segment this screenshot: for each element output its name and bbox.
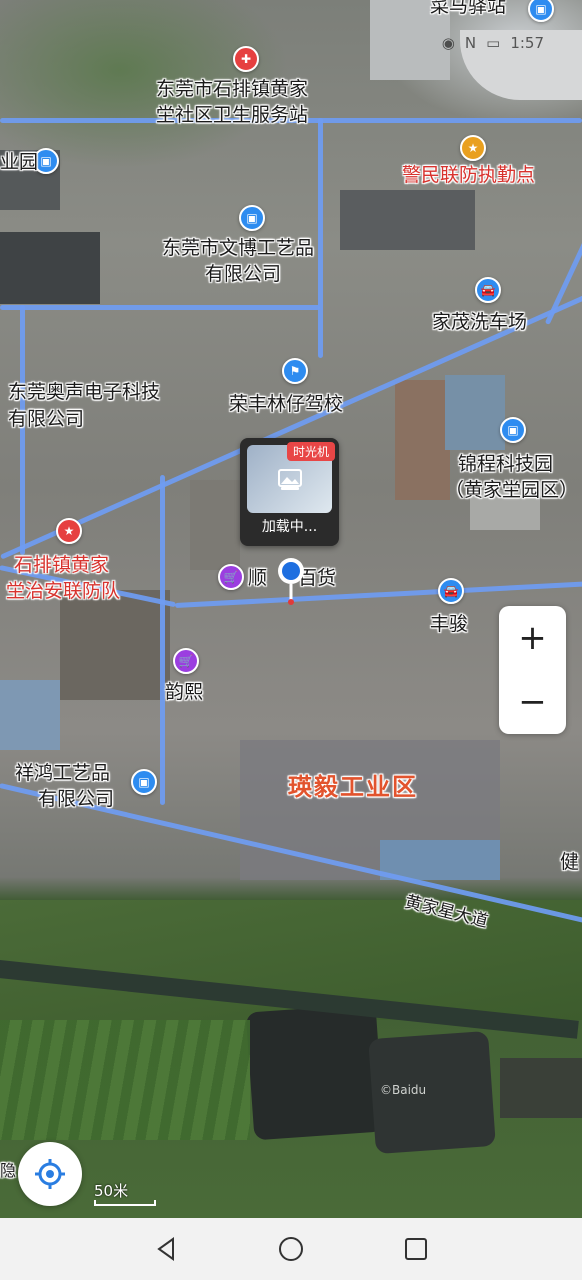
zoom-control: + − <box>499 606 566 734</box>
locate-button[interactable] <box>18 1142 82 1206</box>
map-label[interactable]: 坣社区卫生服务站 <box>156 103 308 128</box>
zoom-out-button[interactable]: − <box>499 670 566 734</box>
nav-back-icon <box>157 1237 174 1261</box>
poi-marker-icon[interactable]: ▣ <box>239 205 265 231</box>
industrial-zone-label[interactable]: 瑛毅工业区 <box>288 775 418 800</box>
road <box>318 118 323 358</box>
building <box>0 680 60 750</box>
building <box>340 190 475 250</box>
map-label[interactable]: 有限公司 <box>205 262 281 287</box>
system-nav-bar <box>0 1218 582 1280</box>
satellite-map[interactable]: ✚ ▣ ▣ ★ ▣ 🚘 ⚑ ▣ ★ 🛒 🚘 🛒 ▣ 菜马驿站 东莞市石排镇黄家 … <box>0 0 582 1218</box>
baidu-watermark: ©Baidu <box>380 1083 427 1097</box>
nav-back-button[interactable] <box>151 1234 181 1264</box>
road <box>160 475 165 805</box>
map-label[interactable]: 业园 <box>0 150 38 175</box>
police-badge-icon[interactable]: ★ <box>460 135 486 161</box>
nav-recents-button[interactable] <box>401 1234 431 1264</box>
shopping-cart-icon[interactable]: 🛒 <box>218 564 244 590</box>
pond <box>500 1058 582 1118</box>
map-label[interactable]: 健 <box>560 850 579 875</box>
car-icon[interactable]: 🚘 <box>475 277 501 303</box>
farmland <box>0 1020 250 1140</box>
time-machine-badge: 时光机 <box>286 442 335 461</box>
locate-target-icon <box>35 1159 65 1189</box>
building <box>0 232 100 304</box>
map-label[interactable]: 有限公司 <box>38 787 114 812</box>
clinic-marker-icon[interactable]: ✚ <box>233 46 259 72</box>
map-label[interactable]: 锦程科技园 <box>458 452 553 477</box>
map-label[interactable]: 菜马驿站 <box>430 0 506 19</box>
status-bar: ◉ N ▭ 1:57 <box>442 34 544 52</box>
status-time: 1:57 <box>510 34 544 52</box>
poi-marker-icon[interactable]: ▣ <box>528 0 554 22</box>
loading-text: 加载中... <box>261 519 318 535</box>
nfc-icon: N <box>464 34 477 52</box>
building <box>190 480 240 570</box>
poi-marker-icon[interactable]: ▣ <box>131 769 157 795</box>
map-label[interactable]: 有限公司 <box>8 407 84 432</box>
time-machine-card[interactable]: 时光机 加载中... <box>240 438 339 546</box>
map-label: 隐 <box>0 1161 17 1180</box>
map-label[interactable]: 石排镇黄家 <box>14 553 109 578</box>
pond <box>245 1003 385 1141</box>
map-label[interactable]: 家茂洗车场 <box>432 310 527 335</box>
nav-home-button[interactable] <box>276 1234 306 1264</box>
shopping-cart-icon[interactable]: 🛒 <box>173 648 199 674</box>
map-label[interactable]: 东莞市石排镇黄家 <box>156 77 308 102</box>
map-label[interactable]: 顺 <box>248 566 267 591</box>
map-label[interactable]: （黄家坣园区） <box>445 478 578 503</box>
map-label[interactable]: 警民联防执勤点 <box>402 163 535 188</box>
building <box>445 375 505 450</box>
nav-recents-icon <box>405 1238 427 1260</box>
map-scale: 50米 <box>94 1180 156 1206</box>
map-label[interactable]: 东莞市文博工艺品 <box>162 236 314 261</box>
map-label[interactable]: 丰骏 <box>430 612 468 637</box>
map-label[interactable]: 韵熙 <box>165 680 203 705</box>
location-pin-icon[interactable] <box>276 556 306 606</box>
map-label[interactable]: 东莞奥声电子科技 <box>8 380 160 405</box>
map-app: ✚ ▣ ▣ ★ ▣ 🚘 ⚑ ▣ ★ 🛒 🚘 🛒 ▣ 菜马驿站 东莞市石排镇黄家 … <box>0 0 582 1280</box>
poi-marker-icon[interactable]: ▣ <box>500 417 526 443</box>
battery-icon: ▭ <box>486 34 501 52</box>
scale-bar <box>94 1200 156 1206</box>
map-label[interactable]: 荣丰林仔驾校 <box>229 392 343 417</box>
map-label[interactable]: 坣治安联防队 <box>6 579 120 604</box>
police-star-icon[interactable]: ★ <box>56 518 82 544</box>
driving-school-icon[interactable]: ⚑ <box>282 358 308 384</box>
zoom-in-button[interactable]: + <box>499 606 566 670</box>
eye-icon: ◉ <box>441 34 455 52</box>
image-placeholder-icon <box>277 469 302 490</box>
building <box>395 380 450 500</box>
scale-label: 50米 <box>94 1182 129 1200</box>
nav-home-icon <box>279 1237 303 1261</box>
map-label[interactable]: 祥鸿工艺品 <box>15 761 110 786</box>
building <box>60 590 170 700</box>
road <box>0 305 320 310</box>
car-icon[interactable]: 🚘 <box>438 578 464 604</box>
